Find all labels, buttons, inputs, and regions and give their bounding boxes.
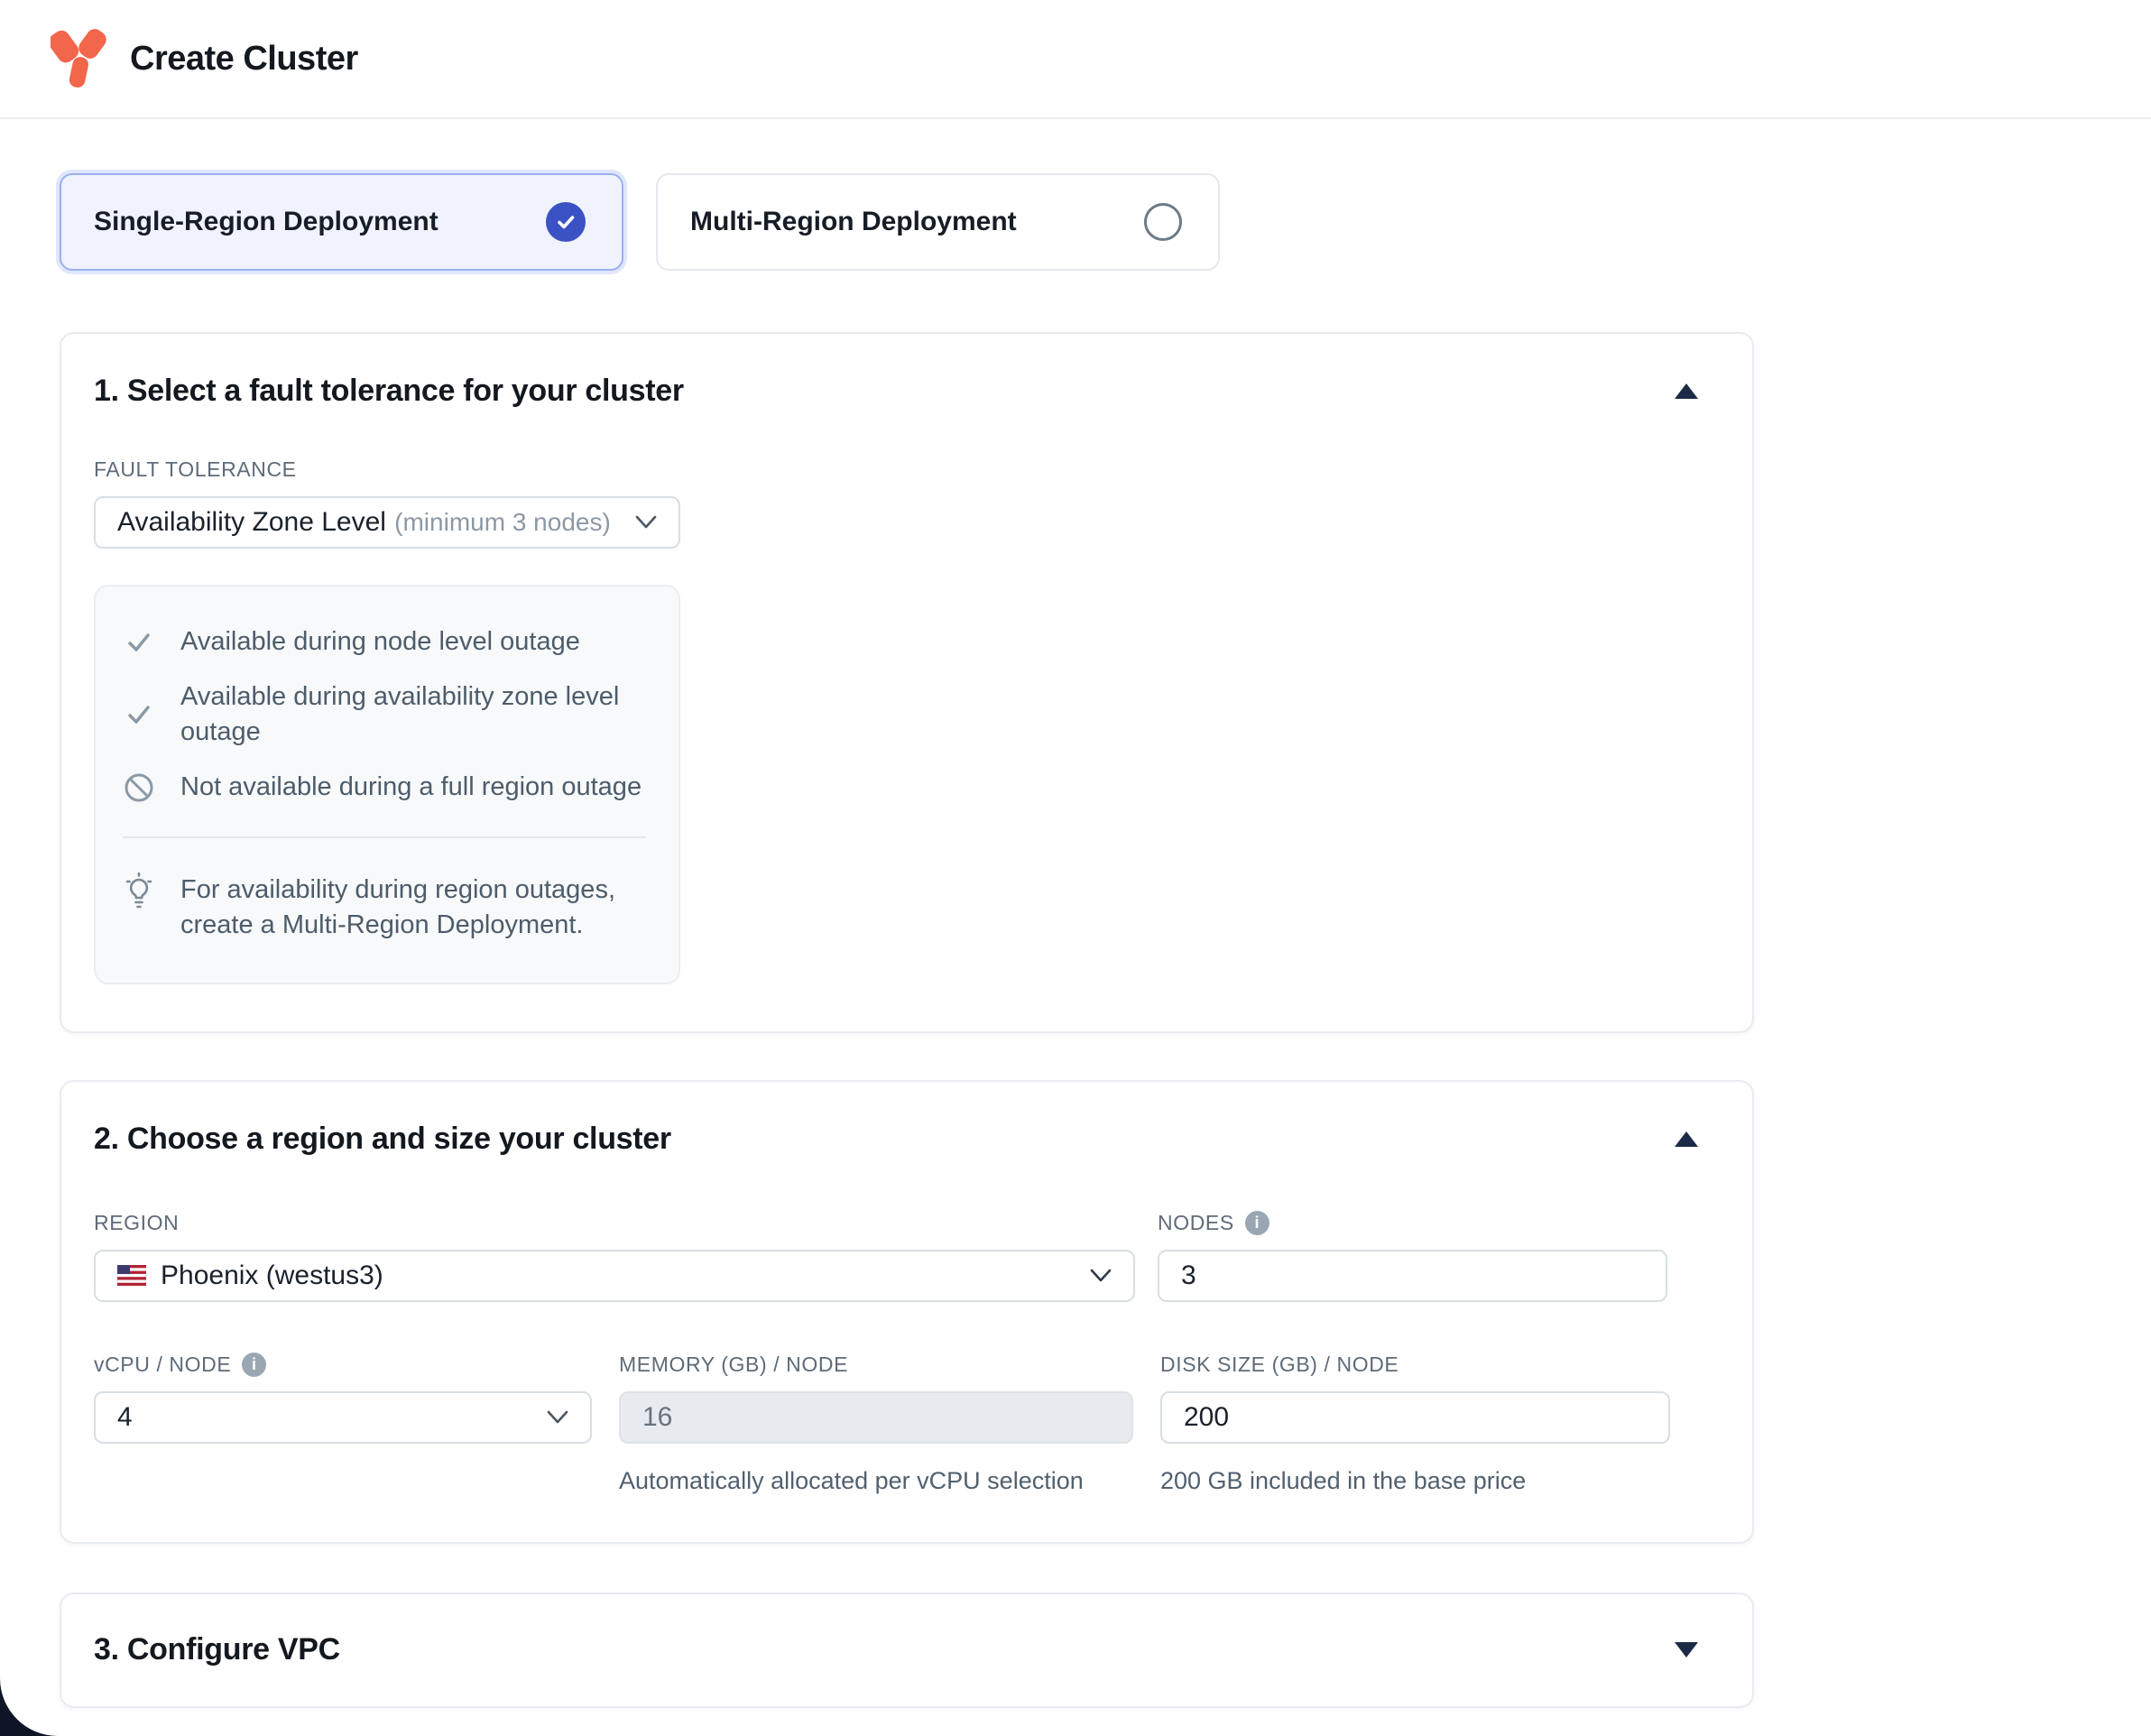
not-available-icon [123, 771, 155, 804]
vpc-section-card: 3. Configure VPC [60, 1593, 1754, 1708]
triangle-down-icon [1675, 1642, 1698, 1658]
section-title: 1. Select a fault tolerance for your clu… [94, 374, 684, 409]
vcpu-label-text: vCPU / NODE [94, 1353, 231, 1377]
availability-item: Available during node level outage [123, 624, 646, 660]
nodes-label: NODES [1158, 1211, 1667, 1235]
chevron-down-icon [1090, 1269, 1112, 1283]
check-icon [123, 700, 155, 729]
region-label: REGION [94, 1211, 1135, 1235]
availability-info-box: Available during node level outage Avail… [94, 585, 680, 984]
us-flag-icon [117, 1265, 146, 1286]
availability-text: Available during availability zone level… [180, 679, 646, 750]
triangle-up-icon [1675, 1131, 1698, 1147]
option-label: Single-Region Deployment [94, 207, 439, 237]
section-title: 3. Configure VPC [94, 1632, 340, 1667]
region-size-section-card: 2. Choose a region and size your cluster… [60, 1080, 1754, 1544]
nodes-label-text: NODES [1158, 1211, 1234, 1235]
availability-item: Available during availability zone level… [123, 679, 646, 750]
check-icon [123, 628, 155, 657]
vcpu-select[interactable]: 4 [94, 1391, 592, 1444]
selected-check-icon [546, 202, 586, 242]
app-logo-icon [51, 29, 106, 88]
chevron-down-icon [635, 515, 657, 530]
tip-text: For availability during region outages, … [180, 873, 646, 943]
disk-size-input[interactable] [1160, 1391, 1670, 1444]
lightbulb-icon [123, 873, 155, 912]
vcpu-label: vCPU / NODE [94, 1353, 592, 1377]
section-title: 2. Choose a region and size your cluster [94, 1122, 671, 1157]
top-bar: Create Cluster [0, 0, 2151, 119]
nodes-input[interactable] [1158, 1250, 1667, 1302]
collapse-section-button[interactable] [1667, 1124, 1705, 1154]
memory-input [619, 1391, 1133, 1444]
create-cluster-page: Create Cluster Single-Region Deployment … [0, 0, 2151, 1736]
tip-row: For availability during region outages, … [123, 873, 646, 943]
expand-section-button[interactable] [1667, 1635, 1705, 1665]
info-icon[interactable] [1245, 1211, 1269, 1235]
collapse-section-button[interactable] [1667, 376, 1705, 406]
disk-helper-text: 200 GB included in the base price [1160, 1467, 1670, 1495]
vcpu-value: 4 [117, 1402, 133, 1433]
fault-tolerance-label: FAULT TOLERANCE [94, 457, 1705, 482]
page-title: Create Cluster [130, 40, 358, 78]
fault-tolerance-hint: (minimum 3 nodes) [394, 508, 611, 537]
availability-item: Not available during a full region outag… [123, 770, 646, 805]
fault-tolerance-select[interactable]: Availability Zone Level (minimum 3 nodes… [94, 496, 680, 549]
fault-tolerance-value: Availability Zone Level [117, 507, 386, 538]
multi-region-option-card[interactable]: Multi-Region Deployment [656, 173, 1220, 271]
region-select[interactable]: Phoenix (westus3) [94, 1250, 1135, 1302]
chevron-down-icon [547, 1410, 568, 1425]
radio-unselected-icon [1144, 203, 1182, 241]
triangle-up-icon [1675, 383, 1698, 399]
memory-label: MEMORY (GB) / NODE [619, 1353, 1133, 1377]
option-label: Multi-Region Deployment [690, 207, 1017, 237]
disk-size-label: DISK SIZE (GB) / NODE [1160, 1353, 1670, 1377]
memory-helper-text: Automatically allocated per vCPU selecti… [619, 1467, 1133, 1495]
fault-tolerance-section-card: 1. Select a fault tolerance for your clu… [60, 332, 1754, 1033]
availability-text: Available during node level outage [180, 624, 580, 660]
region-value: Phoenix (westus3) [161, 1260, 383, 1291]
deployment-options: Single-Region Deployment Multi-Region De… [60, 173, 1754, 271]
availability-text: Not available during a full region outag… [180, 770, 642, 805]
divider [123, 836, 646, 838]
info-icon[interactable] [242, 1353, 266, 1377]
single-region-option-card[interactable]: Single-Region Deployment [60, 173, 623, 271]
